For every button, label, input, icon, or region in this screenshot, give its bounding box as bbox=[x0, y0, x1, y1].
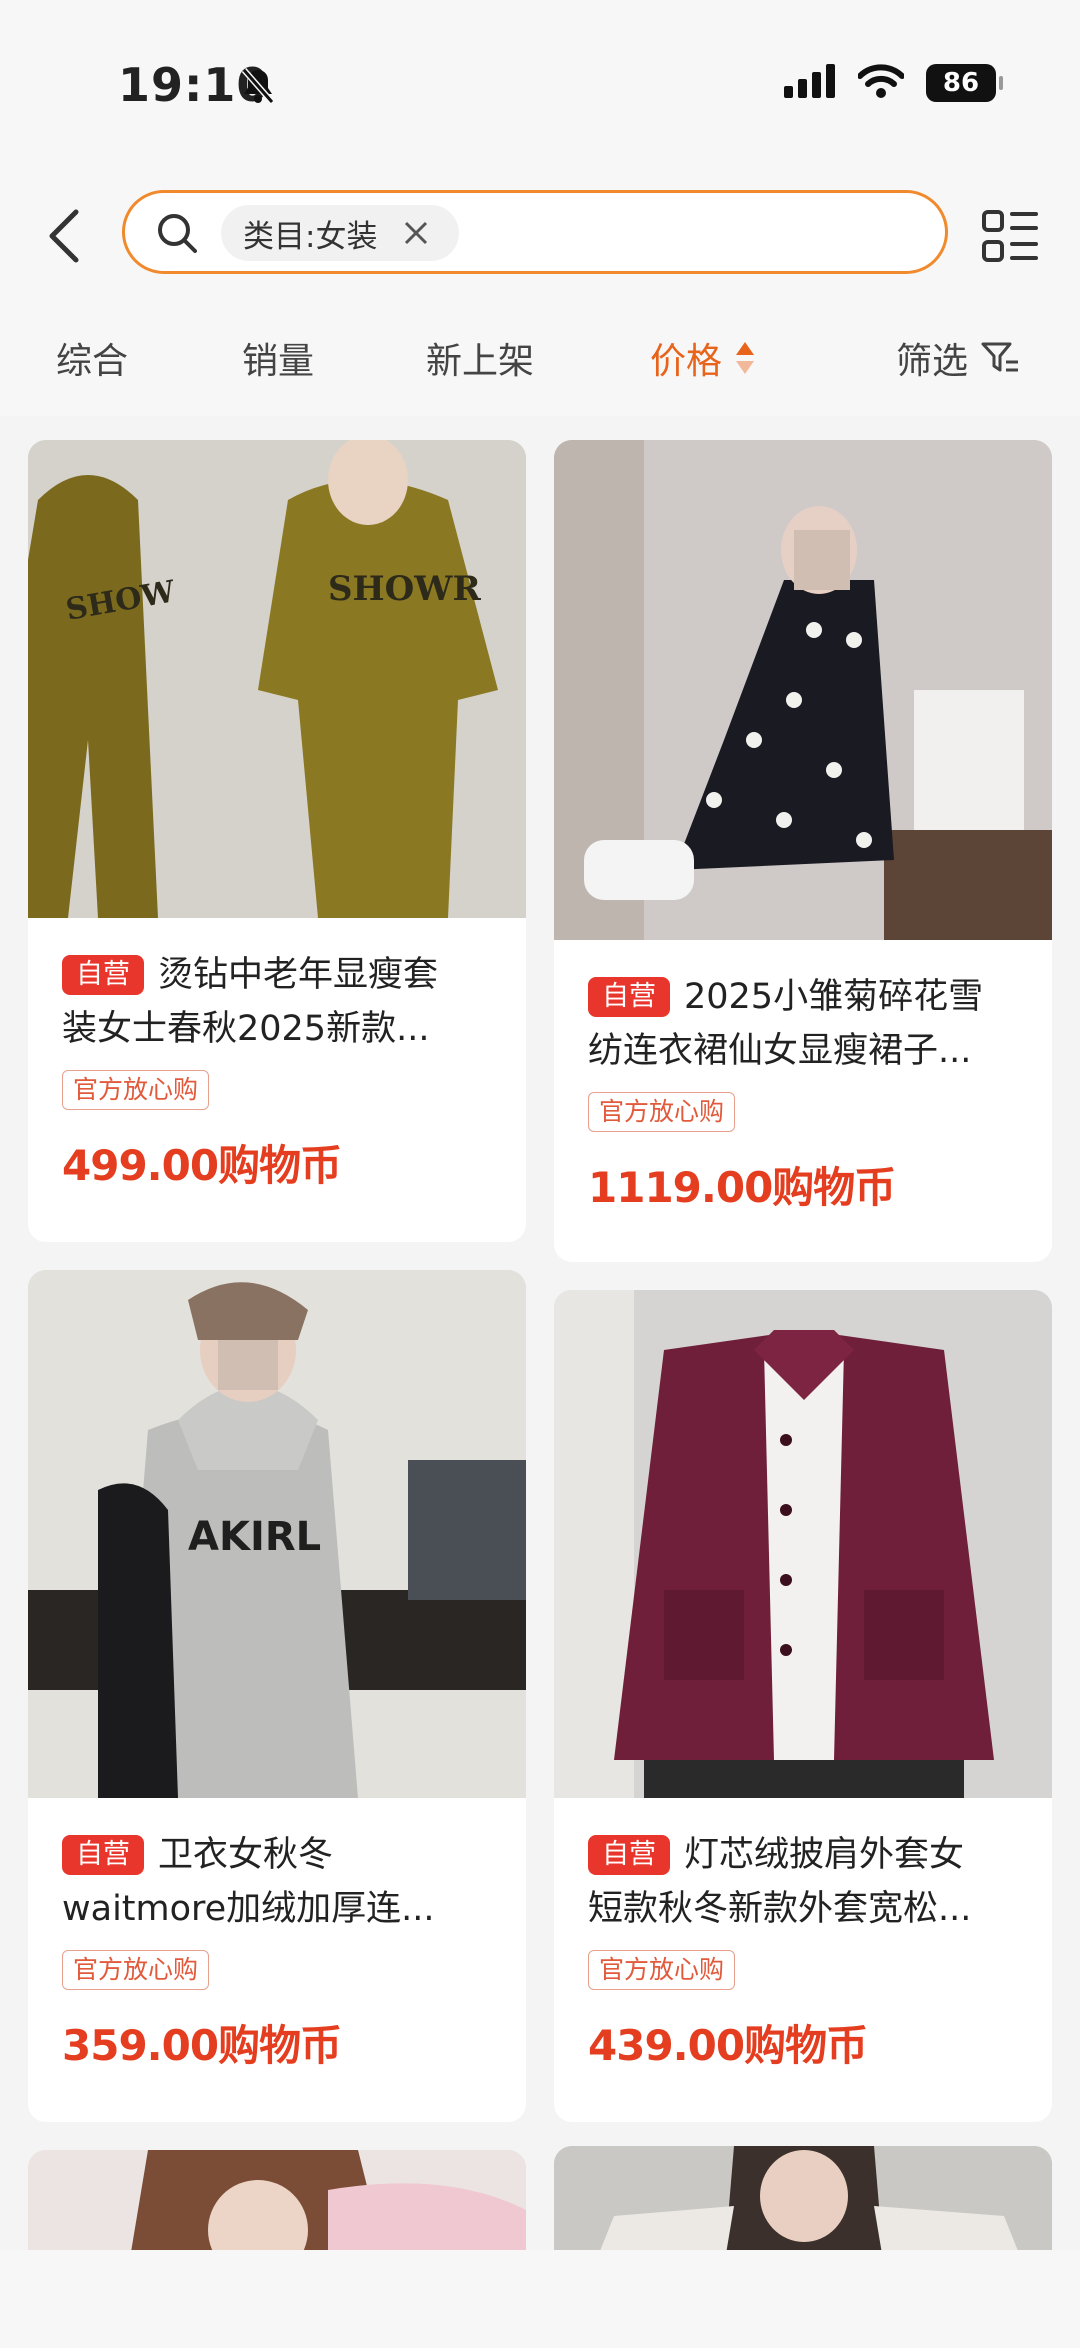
product-title-line1: 灯芯绒披肩外套女 bbox=[684, 1835, 965, 1875]
product-price: 359.00购物币 bbox=[62, 2021, 342, 2070]
signal-icon bbox=[784, 64, 836, 102]
product-price: 439.00购物币 bbox=[588, 2021, 868, 2070]
product-price: 499.00购物币 bbox=[62, 1141, 342, 1190]
bottom-bar bbox=[0, 2250, 1080, 2348]
product-title: 自营 烫钻中老年显瘦套 装女士春秋2025新款... bbox=[62, 948, 492, 1056]
official-tag: 官方放心购 bbox=[588, 1950, 736, 1990]
wifi-icon bbox=[857, 64, 905, 102]
product-card[interactable]: 自营 灯芯绒披肩外套女 短款秋冬新款外套宽松... 官方放心购 439.00购物币 bbox=[554, 1290, 1052, 2122]
sort-bar: 综合 销量 新上架 价格 筛选 bbox=[0, 296, 1080, 416]
self-operated-badge: 自营 bbox=[588, 1835, 670, 1875]
product-photo-floral-dress bbox=[554, 440, 1052, 940]
sort-tab-newest[interactable]: 新上架 bbox=[426, 332, 534, 384]
product-photo-partial-knit bbox=[554, 2146, 1052, 2266]
product-photo-corduroy-jacket bbox=[554, 1290, 1052, 1798]
search-icon bbox=[158, 214, 197, 253]
close-icon[interactable] bbox=[403, 220, 429, 246]
filter-icon bbox=[981, 342, 1019, 372]
svg-text:SHOWR: SHOWR bbox=[328, 569, 481, 609]
product-title-line2: waitmore加绒加厚连... bbox=[62, 1889, 435, 1929]
self-operated-badge: 自营 bbox=[62, 1835, 144, 1875]
official-tag: 官方放心购 bbox=[588, 1092, 736, 1132]
filter-label: 筛选 bbox=[896, 341, 969, 382]
back-arrow-icon bbox=[49, 209, 79, 263]
product-card[interactable]: SHOWR SHOW 自营 烫钻中老年显瘦套 装女士春秋2025新款... 官方放… bbox=[28, 440, 526, 1242]
status-bar: 19:10 86 bbox=[0, 0, 1080, 176]
status-icons: 86 bbox=[784, 64, 1003, 102]
product-card-partial[interactable] bbox=[554, 2146, 1052, 2266]
sort-tab-label: 销量 bbox=[242, 341, 315, 382]
sort-tab-label: 新上架 bbox=[426, 341, 535, 382]
product-title: 自营 灯芯绒披肩外套女 短款秋冬新款外套宽松... bbox=[588, 1828, 1018, 1936]
sort-tab-sales[interactable]: 销量 bbox=[242, 332, 314, 384]
sort-arrow-icon bbox=[736, 342, 755, 374]
product-title-line1: 烫钻中老年显瘦套 bbox=[158, 955, 439, 995]
product-title-line1: 卫衣女秋冬 bbox=[158, 1835, 334, 1875]
product-image bbox=[554, 1290, 1052, 1798]
search-input[interactable]: 类目:女装 bbox=[122, 190, 948, 274]
battery-indicator: 86 bbox=[926, 64, 1003, 102]
search-row: 类目:女装 bbox=[0, 176, 1080, 296]
sort-tab-label: 价格 bbox=[650, 341, 723, 382]
category-tag-label: 类目:女装 bbox=[243, 218, 378, 255]
self-operated-badge: 自营 bbox=[62, 955, 144, 995]
layout-toggle-icon bbox=[982, 210, 1038, 262]
hoodie-print-text: AKIRL bbox=[188, 1514, 321, 1560]
product-title-line2: 纺连衣裙仙女显瘦裙子... bbox=[588, 1031, 972, 1071]
product-photo-tracksuit: SHOWR SHOW bbox=[28, 440, 526, 918]
filter-button[interactable]: 筛选 bbox=[896, 332, 1020, 384]
back-button[interactable] bbox=[38, 206, 88, 266]
product-price: 1119.00购物币 bbox=[588, 1163, 896, 1212]
bell-off-icon bbox=[238, 66, 278, 110]
official-tag: 官方放心购 bbox=[62, 1950, 210, 1990]
self-operated-badge: 自营 bbox=[588, 977, 670, 1017]
product-title-line2: 短款秋冬新款外套宽松... bbox=[588, 1889, 972, 1929]
sort-tab-comprehensive[interactable]: 综合 bbox=[56, 332, 128, 384]
sort-tab-label: 综合 bbox=[56, 341, 129, 382]
product-card[interactable]: 自营 2025小雏菊碎花雪 纺连衣裙仙女显瘦裙子... 官方放心购 1119.00… bbox=[554, 440, 1052, 1262]
product-card[interactable]: AKIRL 自营 卫衣女秋冬 waitmore加绒加厚连... 官方放心购 359… bbox=[28, 1270, 526, 2122]
product-image: AKIRL bbox=[28, 1270, 526, 1798]
product-photo-hoodie: AKIRL bbox=[28, 1270, 526, 1798]
sort-tab-price[interactable]: 价格 bbox=[650, 332, 756, 384]
product-title-line1: 2025小雏菊碎花雪 bbox=[684, 977, 984, 1017]
product-image bbox=[554, 2146, 1052, 2266]
product-title-line2: 装女士春秋2025新款... bbox=[62, 1009, 430, 1049]
product-title: 自营 2025小雏菊碎花雪 纺连衣裙仙女显瘦裙子... bbox=[588, 970, 1018, 1078]
product-image bbox=[554, 440, 1052, 940]
product-title: 自营 卫衣女秋冬 waitmore加绒加厚连... bbox=[62, 1828, 492, 1936]
product-image: SHOWR SHOW bbox=[28, 440, 526, 918]
category-tag-chip[interactable]: 类目:女装 bbox=[221, 205, 460, 261]
official-tag: 官方放心购 bbox=[62, 1070, 210, 1110]
layout-toggle-button[interactable] bbox=[980, 206, 1040, 266]
